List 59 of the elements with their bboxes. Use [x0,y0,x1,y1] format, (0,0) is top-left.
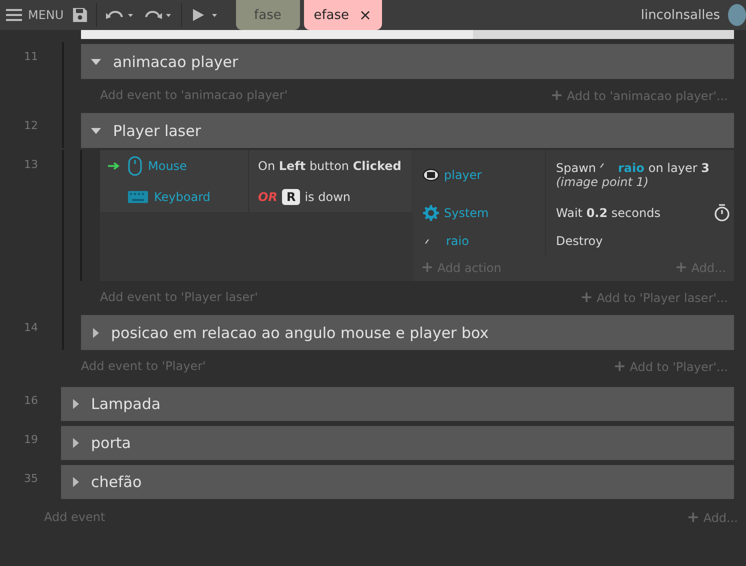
object-name[interactable]: Keyboard [154,190,210,204]
object-name[interactable]: System [444,206,489,220]
line-number: 13 [23,158,39,171]
object-name[interactable]: Mouse [148,158,187,172]
expand-icon[interactable] [93,328,99,338]
line-number: 35 [23,472,39,485]
tab-label: efase [314,8,350,22]
group-title: porta [91,434,131,452]
group-header[interactable]: animacao player [81,44,734,79]
or-label: OR [258,190,278,204]
condition-text[interactable]: On Left button Clicked [258,158,402,172]
action-text[interactable]: Spawn [556,160,596,174]
expand-icon[interactable] [91,58,101,64]
object-parameter[interactable]: raio [618,160,644,174]
settings-icon [423,205,439,221]
tab-label: fase [254,8,282,22]
group-header[interactable]: porta [61,426,734,460]
line-number: 12 [23,119,39,132]
action-note: (image point 1) [556,174,650,188]
condition-row[interactable]: Mouse On Left button Clicked [100,150,412,181]
action-text[interactable]: Destroy [556,234,603,248]
group-header[interactable]: posicao em relacao ao angulo mouse e player box [81,315,734,350]
expand-icon[interactable] [73,399,79,409]
menu-button[interactable]: MENU [6,8,64,22]
menu-icon [6,9,22,21]
line-number: 16 [23,394,39,407]
mouse-icon [128,156,142,176]
keyboard-icon [128,190,148,204]
expand-icon[interactable] [91,128,101,134]
username[interactable]: lincolnsalles [640,8,720,22]
trigger-arrow-icon [108,162,120,170]
condition-row[interactable]: Keyboard OR R is down [100,181,412,212]
group-header[interactable]: Lampada [61,387,734,421]
condition-text[interactable]: is down [304,190,350,204]
group-title: Lampada [91,395,161,413]
avatar[interactable] [728,4,746,26]
group-title: chefão [91,473,142,491]
redo-icon[interactable] [142,8,173,22]
object-name[interactable]: raio [446,234,469,248]
group-header[interactable]: chefão [61,465,734,499]
group-header[interactable]: Player laser [81,113,734,148]
timer-icon [714,204,730,222]
close-icon[interactable]: × [359,6,372,24]
expand-icon[interactable] [73,477,79,487]
line-number: 19 [23,433,39,446]
group-title: posicao em relacao ao angulo mouse e player box [111,324,489,342]
tab[interactable]: efase × [304,0,382,30]
expand-icon[interactable] [73,438,79,448]
action-text[interactable]: on layer 3 [648,160,710,174]
line-number: 11 [23,50,39,63]
tab[interactable]: fase [236,0,300,30]
object-name[interactable]: player [444,168,482,182]
key-badge: R [282,188,300,204]
save-icon[interactable] [72,7,88,23]
action-text[interactable]: Wait 0.2 seconds [556,206,660,220]
line-number: 14 [23,321,39,334]
group-title: Player laser [113,122,202,140]
group-title: animacao player [113,52,238,70]
undo-icon[interactable] [104,8,135,22]
